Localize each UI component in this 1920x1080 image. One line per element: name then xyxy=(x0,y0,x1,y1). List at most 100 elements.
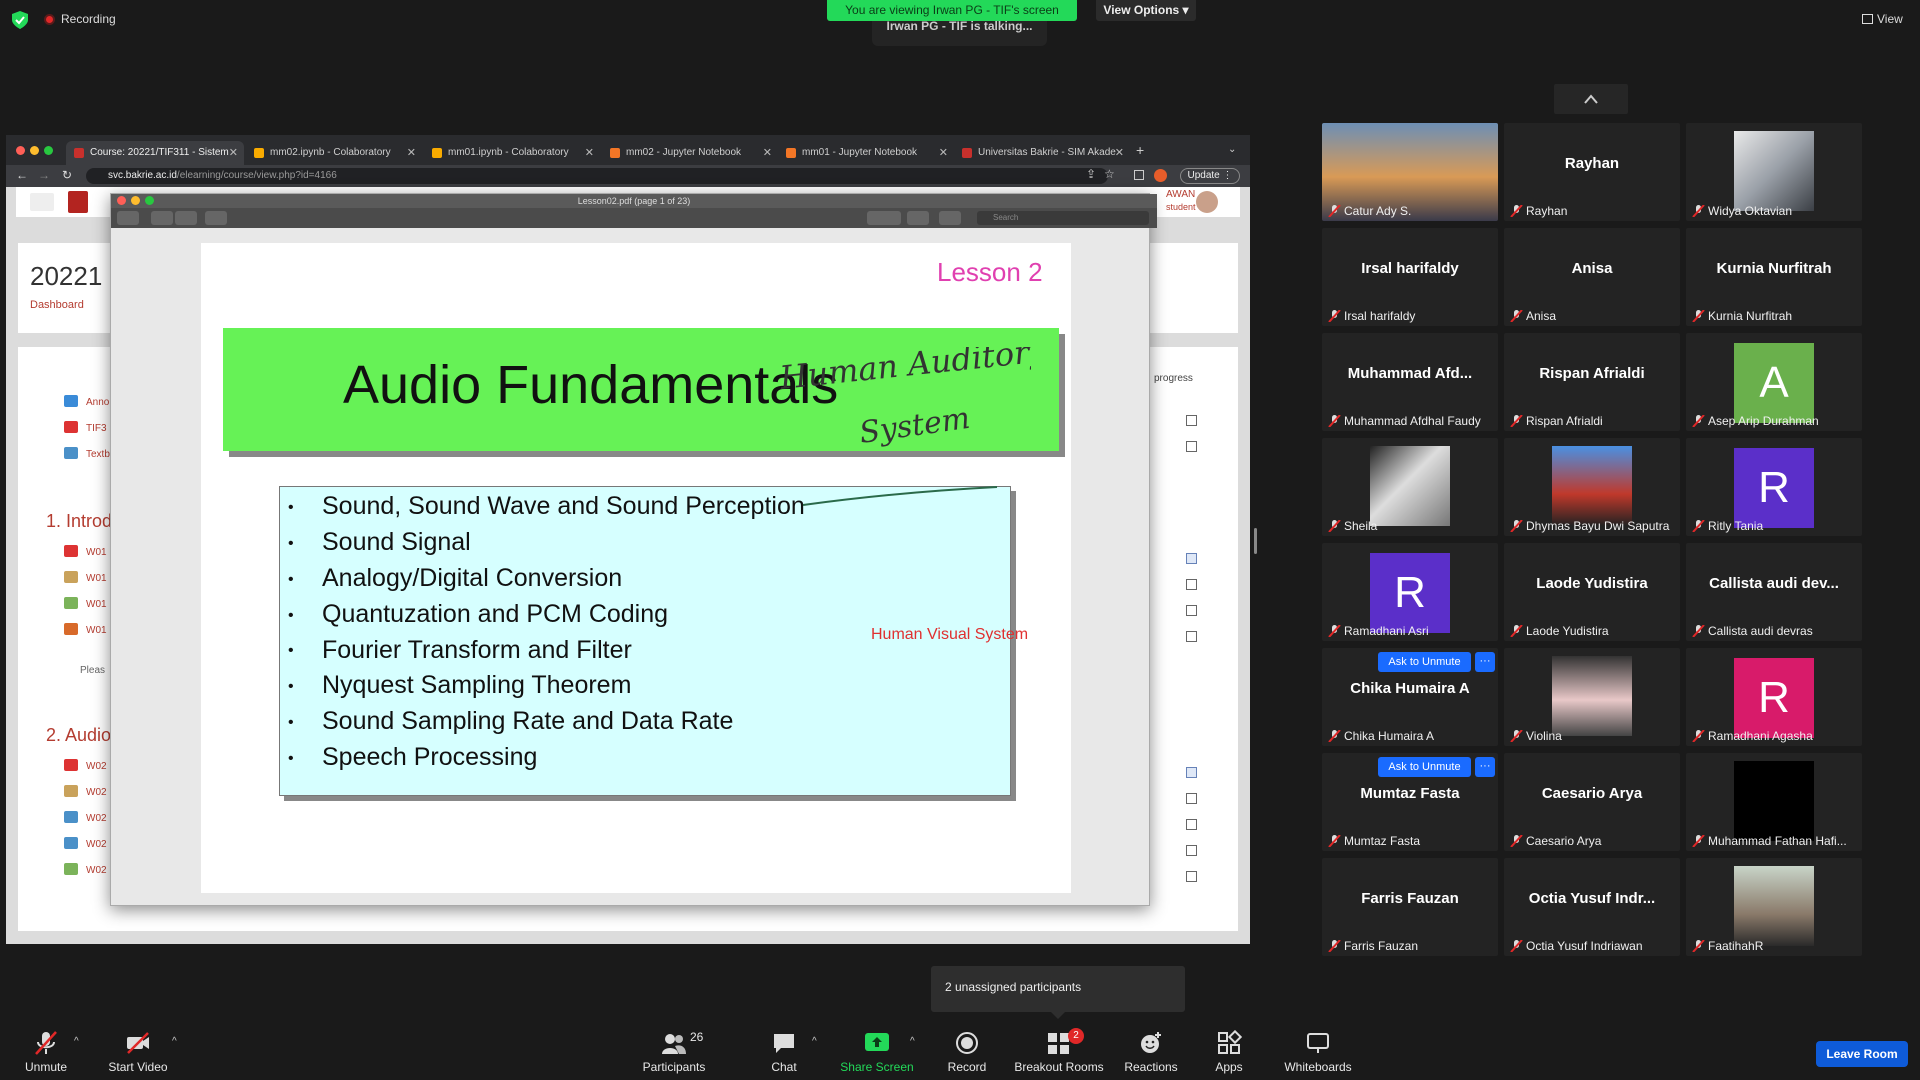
gallery-scroll-up-button[interactable] xyxy=(1554,84,1628,114)
chat-button[interactable]: Chat xyxy=(766,1030,802,1078)
participant-tile[interactable]: Rayhan Rayhan xyxy=(1504,123,1680,221)
chevron-up-icon[interactable]: ^ xyxy=(172,1036,177,1047)
participant-tile[interactable]: Kurnia Nurfitrah Kurnia Nurfitrah xyxy=(1686,228,1862,326)
completion-checkbox[interactable] xyxy=(1186,631,1197,642)
completion-checkbox[interactable] xyxy=(1186,605,1197,616)
sidebar-icon[interactable] xyxy=(1134,170,1144,180)
more-options-button[interactable]: ··· xyxy=(1475,757,1495,777)
participant-tile[interactable]: Chika Humaira A Ask to Unmute ··· Chika Hum… xyxy=(1322,648,1498,746)
activity-link[interactable]: W01 xyxy=(86,573,107,584)
participant-tile[interactable]: Violina xyxy=(1504,648,1680,746)
whiteboards-button[interactable]: Whiteboards xyxy=(1282,1030,1354,1078)
maximize-window-icon[interactable] xyxy=(145,196,154,205)
forward-icon[interactable]: → xyxy=(38,168,50,182)
completion-checkbox[interactable] xyxy=(1186,793,1197,804)
rotate-icon[interactable] xyxy=(907,211,929,225)
participant-tile[interactable]: A Asep Arip Durahman xyxy=(1686,333,1862,431)
view-button[interactable]: View xyxy=(1862,12,1903,26)
participant-tile[interactable]: Anisa Anisa xyxy=(1504,228,1680,326)
markup-icon[interactable] xyxy=(939,211,961,225)
activity-link[interactable]: W02 xyxy=(86,787,107,798)
ask-to-unmute-button[interactable]: Ask to Unmute xyxy=(1378,757,1471,777)
activity-link[interactable]: W02 xyxy=(86,761,107,772)
close-icon[interactable]: ✕ xyxy=(763,146,772,159)
bookmark-star-icon[interactable]: ☆ xyxy=(1104,167,1115,181)
completion-checkbox[interactable] xyxy=(1186,415,1197,426)
activity-link[interactable]: W01 xyxy=(86,547,107,558)
recording-indicator[interactable]: Recording xyxy=(44,12,116,26)
leave-room-button[interactable]: Leave Room xyxy=(1816,1041,1908,1067)
more-options-button[interactable]: ··· xyxy=(1475,652,1495,672)
close-window-icon[interactable] xyxy=(117,196,126,205)
markup-pen-icon[interactable] xyxy=(867,211,901,225)
participant-tile[interactable]: Irsal harifaldy Irsal harifaldy xyxy=(1322,228,1498,326)
participant-tile[interactable]: R Ramadhani Agasha xyxy=(1686,648,1862,746)
browser-tab[interactable]: mm01 - Jupyter Notebook ✕ xyxy=(778,141,954,165)
participant-tile[interactable]: Muhammad Fathan Hafi... xyxy=(1686,753,1862,851)
start-video-button[interactable]: Start Video xyxy=(104,1030,172,1078)
completion-checkbox[interactable] xyxy=(1186,871,1197,882)
completion-checkbox[interactable] xyxy=(1186,819,1197,830)
back-icon[interactable]: ← xyxy=(16,168,28,182)
participant-tile[interactable]: Octia Yusuf Indr... Octia Yusuf Indriawan xyxy=(1504,858,1680,956)
activity-link[interactable]: W01 xyxy=(86,599,107,610)
completion-checkbox[interactable] xyxy=(1186,553,1197,564)
profile-icon[interactable] xyxy=(1154,169,1167,182)
activity-link[interactable]: W02 xyxy=(86,839,107,850)
avatar[interactable] xyxy=(1196,191,1218,213)
section-title[interactable]: 2. Audio xyxy=(46,725,111,746)
participant-tile[interactable]: Sheila xyxy=(1322,438,1498,536)
ask-to-unmute-button[interactable]: Ask to Unmute xyxy=(1378,652,1471,672)
participant-tile[interactable]: R Ritly Tania xyxy=(1686,438,1862,536)
maximize-window-icon[interactable] xyxy=(44,146,53,155)
browser-tab[interactable]: Course: 20221/TIF311 - Sistem ✕ xyxy=(66,141,244,165)
view-options-button[interactable]: View Options ▾ xyxy=(1096,0,1196,21)
unmute-button[interactable]: Unmute xyxy=(22,1030,70,1078)
minimize-window-icon[interactable] xyxy=(30,146,39,155)
browser-tab[interactable]: mm01.ipynb - Colaboratory ✕ xyxy=(424,141,600,165)
activity-link[interactable]: W02 xyxy=(86,865,107,876)
menu-icon[interactable] xyxy=(30,193,54,211)
section-title[interactable]: 1. Introd xyxy=(46,511,112,532)
share-icon[interactable] xyxy=(205,211,227,225)
resize-handle[interactable] xyxy=(1254,528,1257,554)
chevron-up-icon[interactable]: ^ xyxy=(910,1036,915,1047)
activity-link[interactable]: Anno xyxy=(86,397,109,408)
close-icon[interactable]: ✕ xyxy=(585,146,594,159)
record-button[interactable]: Record xyxy=(944,1030,990,1078)
close-icon[interactable]: ✕ xyxy=(407,146,416,159)
close-icon[interactable]: ✕ xyxy=(939,146,948,159)
zoom-out-icon[interactable] xyxy=(151,211,173,225)
close-icon[interactable]: ✕ xyxy=(1115,146,1124,159)
reactions-button[interactable]: Reactions xyxy=(1124,1030,1178,1078)
chevron-down-icon[interactable]: ⌄ xyxy=(1228,144,1236,155)
participant-tile[interactable]: Muhammad Afd... Muhammad Afdhal Faudy xyxy=(1322,333,1498,431)
participants-button[interactable]: 26 Participants xyxy=(640,1030,708,1078)
chevron-up-icon[interactable]: ^ xyxy=(812,1036,817,1047)
activity-link[interactable]: W02 xyxy=(86,813,107,824)
participant-tile[interactable]: Widya Oktavian xyxy=(1686,123,1862,221)
participant-tile[interactable]: Caesario Arya Caesario Arya xyxy=(1504,753,1680,851)
browser-tab[interactable]: mm02 - Jupyter Notebook ✕ xyxy=(602,141,778,165)
completion-checkbox[interactable] xyxy=(1186,441,1197,452)
pdf-search-input[interactable]: Search xyxy=(977,211,1149,225)
participant-tile[interactable]: Laode Yudistira Laode Yudistira xyxy=(1504,543,1680,641)
browser-tab[interactable]: mm02.ipynb - Colaboratory ✕ xyxy=(246,141,422,165)
zoom-in-icon[interactable] xyxy=(175,211,197,225)
shield-icon[interactable] xyxy=(12,11,28,29)
participant-tile[interactable]: Rispan Afrialdi Rispan Afrialdi xyxy=(1504,333,1680,431)
sidebar-toggle-icon[interactable] xyxy=(117,211,139,225)
participant-tile[interactable]: Dhymas Bayu Dwi Saputra xyxy=(1504,438,1680,536)
close-icon[interactable]: ✕ xyxy=(229,146,238,159)
update-button[interactable]: Update ⋮ xyxy=(1180,168,1240,184)
completion-checkbox[interactable] xyxy=(1186,845,1197,856)
participant-tile[interactable]: Farris Fauzan Farris Fauzan xyxy=(1322,858,1498,956)
participant-tile[interactable]: Callista audi dev... Callista audi devras xyxy=(1686,543,1862,641)
new-tab-icon[interactable]: + xyxy=(1136,142,1144,158)
breadcrumb[interactable]: Dashboard xyxy=(30,299,84,311)
breakout-rooms-button[interactable]: 2 Breakout Rooms xyxy=(1012,1028,1106,1078)
activity-link[interactable]: TIF3 xyxy=(86,423,107,434)
participant-tile[interactable]: Catur Ady S. xyxy=(1322,123,1498,221)
participant-tile[interactable]: FaatihahR xyxy=(1686,858,1862,956)
share-icon[interactable]: ⇪ xyxy=(1086,167,1096,181)
